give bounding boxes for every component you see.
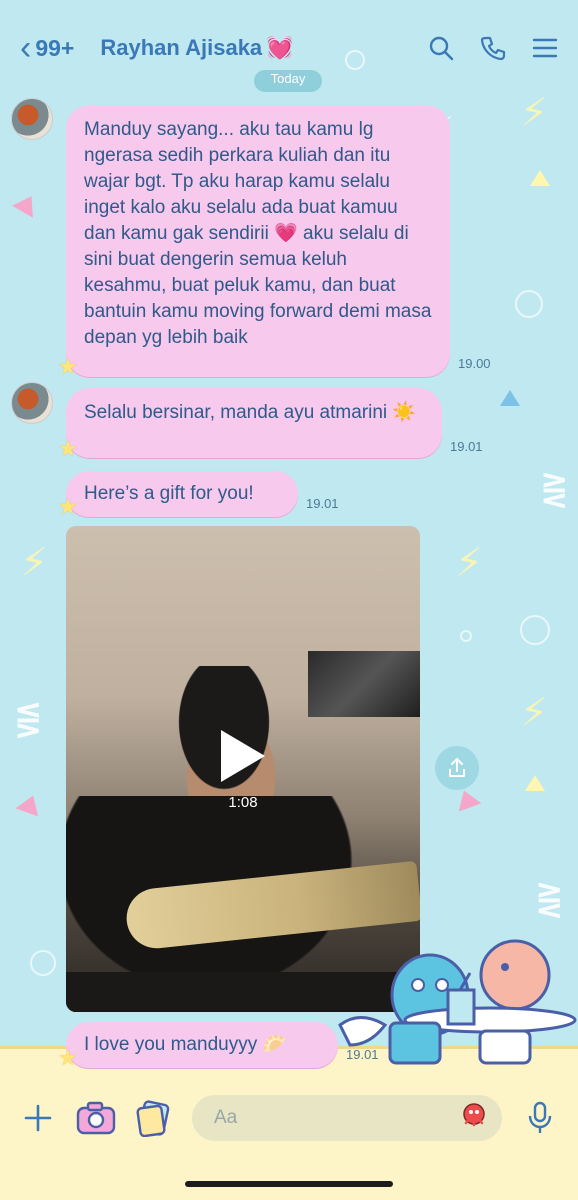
triangle-decoration [452,786,482,812]
message-time: 19.00 [458,356,491,371]
message-text: Manduy sayang... aku tau kamu lg ngerasa… [84,119,432,348]
star-icon: ★ [58,1045,78,1070]
bolt-decoration: ⚡ [455,541,484,585]
header-actions [428,35,558,61]
bolt-decoration: ⚡ [20,541,49,585]
circle-decoration [515,290,543,318]
bolt-decoration: ⚡ [520,91,549,135]
share-button[interactable] [435,746,479,790]
circle-decoration [30,950,56,976]
message-time: 19.01 [450,439,483,454]
message-time: 19.01 [306,496,339,511]
sticker-icon[interactable] [460,1101,488,1135]
triangle-decoration [525,775,545,791]
unread-count: 99+ [35,34,75,61]
phone-icon[interactable] [480,35,506,61]
circle-decoration [520,615,550,645]
play-icon[interactable] [221,730,265,782]
contact-name: Rayhan Ajisaka [100,35,263,60]
message-input[interactable]: Aa [192,1095,502,1141]
chevron-left-icon: ‹ [20,29,32,67]
avatar[interactable] [11,98,53,140]
message-text: Selalu bersinar, manda ayu atmarini ☀️ [84,402,417,423]
star-icon: ★ [58,354,78,379]
menu-icon[interactable] [532,36,558,60]
triangle-decoration [15,791,45,817]
back-button[interactable]: ‹ 99+ [20,31,74,65]
triangle-decoration [12,190,42,218]
video-duration: 1:08 [228,794,258,811]
zigzag-decoration: ⋛ [535,881,564,919]
home-indicator [185,1181,393,1187]
message-bubble[interactable]: I love you manduyyy 🥟 [66,1022,338,1068]
message-text: I love you manduyyy 🥟 [84,1034,287,1055]
message-bubble[interactable]: Manduy sayang... aku tau kamu lg ngerasa… [66,105,450,377]
bolt-decoration: ⚡ [520,691,549,735]
avatar[interactable] [11,382,53,424]
chat-title[interactable]: Rayhan Ajisaka 💓 [100,35,293,61]
gallery-icon[interactable] [134,1098,174,1138]
triangle-decoration [530,170,550,186]
zigzag-decoration: ⋚ [14,701,43,739]
message-bubble[interactable]: Here’s a gift for you! [66,471,298,517]
plus-icon[interactable] [18,1098,58,1138]
star-icon: ★ [58,494,78,519]
search-icon[interactable] [428,35,454,61]
circle-decoration [460,630,472,642]
message-text: Here’s a gift for you! [84,483,254,504]
triangle-decoration [500,390,520,406]
message-bubble[interactable]: Selalu bersinar, manda ayu atmarini ☀️ [66,388,442,458]
video-frame-poster [308,651,420,717]
star-icon: ★ [58,436,78,461]
message-input-placeholder: Aa [214,1107,238,1128]
composer-toolbar: Aa [0,1090,578,1146]
zigzag-decoration: ⋛ [540,471,569,509]
date-separator: Today [254,70,322,92]
message-time: 19.01 [346,1047,379,1062]
camera-icon[interactable] [76,1098,116,1138]
share-icon [449,758,465,777]
contact-emoji: 💓 [266,35,294,60]
microphone-icon[interactable] [520,1098,560,1138]
